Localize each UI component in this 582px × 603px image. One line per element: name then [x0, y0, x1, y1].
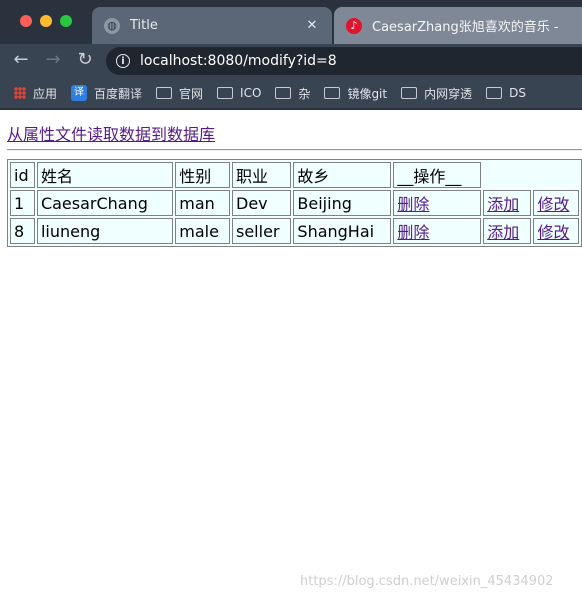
chrome-divider	[0, 108, 582, 110]
cell-gender: man	[175, 190, 230, 216]
cell-modify: 修改	[533, 218, 579, 244]
reload-icon[interactable]: ↻	[74, 49, 96, 71]
netease-music-icon: ♪	[346, 17, 362, 34]
horizontal-rule	[7, 149, 582, 151]
bookmark-folder-ico[interactable]: ICO	[217, 86, 261, 100]
modify-link[interactable]: 修改	[537, 195, 569, 214]
header-hometown: 故乡	[293, 162, 392, 188]
header-job: 职业	[232, 162, 292, 188]
browser-tab-music[interactable]: ♪ CaesarZhang张旭喜欢的音乐 -	[334, 7, 582, 44]
bookmark-folder-misc[interactable]: 杂	[275, 85, 310, 102]
bookmark-label: DS	[509, 86, 526, 100]
cell-add: 添加	[483, 190, 532, 216]
url-text[interactable]: localhost:8080/modify?id=8	[140, 53, 337, 69]
bookmark-folder-ds[interactable]: DS	[486, 86, 526, 100]
globe-icon: ◍	[104, 17, 120, 34]
cell-delete: 删除	[393, 190, 482, 216]
header-id: id	[10, 162, 35, 188]
browser-chrome: ◍ Title ✕ ♪ CaesarZhang张旭喜欢的音乐 - ← → ↻ i…	[0, 0, 582, 110]
apps-grid-icon	[14, 87, 26, 99]
cell-modify: 修改	[533, 190, 579, 216]
bookmarks-bar: 应用 译 百度翻译 官网 ICO 杂 镜像git 内网穿透 DS	[0, 78, 582, 108]
cell-add: 添加	[483, 218, 532, 244]
tab-title: CaesarZhang张旭喜欢的音乐 -	[372, 20, 559, 35]
close-icon[interactable]: ✕	[304, 18, 320, 33]
folder-icon	[156, 87, 173, 99]
translate-icon: 译	[71, 85, 88, 101]
bookmark-folder-mirror-git[interactable]: 镜像git	[324, 85, 387, 102]
delete-link[interactable]: 删除	[397, 223, 429, 242]
watermark: https://blog.csdn.net/weixin_45434902	[300, 574, 554, 589]
folder-icon	[324, 87, 341, 99]
bookmark-folder-tunnel[interactable]: 内网穿透	[401, 85, 472, 102]
navigation-bar: ← → ↻ i localhost:8080/modify?id=8	[0, 44, 582, 76]
tab-strip: ◍ Title ✕ ♪ CaesarZhang张旭喜欢的音乐 -	[0, 0, 582, 44]
table-row: 8 liuneng male seller ShangHai 删除 添加 修改	[10, 218, 579, 244]
bookmark-folder-official[interactable]: 官网	[156, 85, 203, 102]
add-link[interactable]: 添加	[487, 195, 519, 214]
bookmark-label: ICO	[240, 86, 262, 100]
bookmark-apps[interactable]: 应用	[14, 85, 57, 102]
cell-hometown: Beijing	[293, 190, 392, 216]
table-header-row: id 姓名 性别 职业 故乡 __操作__	[10, 162, 579, 188]
cell-id: 1	[10, 190, 35, 216]
folder-icon	[486, 87, 503, 99]
cell-job: seller	[232, 218, 292, 244]
address-bar[interactable]: i localhost:8080/modify?id=8	[106, 47, 582, 75]
bookmark-label: 杂	[298, 86, 311, 101]
bookmark-label: 镜像git	[347, 86, 388, 101]
browser-tab-title[interactable]: ◍ Title ✕	[92, 7, 332, 44]
folder-icon	[275, 87, 292, 99]
cell-gender: male	[175, 218, 230, 244]
table-row: 1 CaesarChang man Dev Beijing 删除 添加 修改	[10, 190, 579, 216]
cell-delete: 删除	[393, 218, 482, 244]
info-icon[interactable]: i	[116, 54, 130, 68]
tab-title: Title	[130, 18, 158, 33]
bookmark-label: 内网穿透	[424, 86, 473, 101]
forward-arrow-icon[interactable]: →	[42, 49, 64, 71]
folder-icon	[217, 87, 234, 99]
bookmark-baidu-translate[interactable]: 译 百度翻译	[71, 85, 142, 102]
folder-icon	[401, 87, 418, 99]
modify-link[interactable]: 修改	[537, 223, 569, 242]
bookmark-label: 官网	[179, 86, 204, 101]
back-arrow-icon[interactable]: ←	[10, 49, 32, 71]
cell-name: liuneng	[36, 218, 174, 244]
cell-name: CaesarChang	[36, 190, 174, 216]
delete-link[interactable]: 删除	[397, 195, 429, 214]
cell-hometown: ShangHai	[293, 218, 392, 244]
close-window-button[interactable]	[20, 15, 32, 27]
bookmark-label: 应用	[33, 86, 58, 101]
maximize-window-button[interactable]	[60, 15, 72, 27]
minimize-window-button[interactable]	[40, 15, 52, 27]
add-link[interactable]: 添加	[487, 223, 519, 242]
cell-job: Dev	[232, 190, 292, 216]
bookmark-label: 百度翻译	[94, 86, 143, 101]
header-name: 姓名	[36, 162, 174, 188]
header-operations: __操作__	[393, 162, 482, 188]
cell-id: 8	[10, 218, 35, 244]
load-from-properties-link[interactable]: 从属性文件读取数据到数据库	[7, 121, 215, 145]
user-table: id 姓名 性别 职业 故乡 __操作__ 1 CaesarChang man …	[7, 159, 582, 247]
header-gender: 性别	[175, 162, 230, 188]
